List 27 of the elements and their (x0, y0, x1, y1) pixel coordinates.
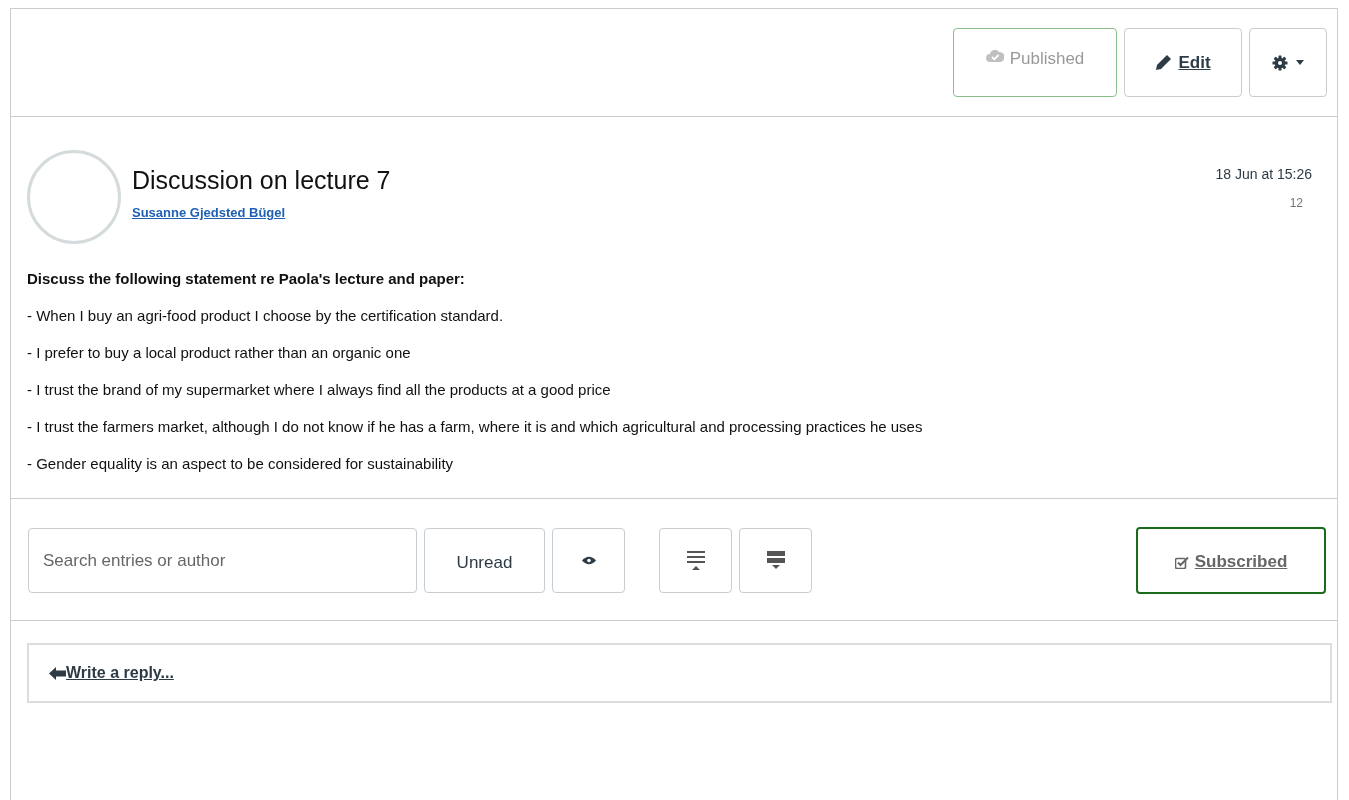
search-field[interactable]: Search entries or author (28, 528, 417, 593)
post-paragraph: - When I buy an agri-food product I choose by the certification standard. (27, 307, 505, 324)
post-paragraph: - I trust the farmers market, although I do not know if he has a farm, where it is and which agricultural and processing practices he uses (27, 418, 924, 435)
pencil-icon (1155, 54, 1173, 71)
arrow-left-icon (49, 666, 66, 680)
cloud-check-icon (985, 49, 1004, 63)
reply-count: 12 (1289, 196, 1303, 210)
checkbox-icon (1174, 555, 1189, 569)
post-heading: Discuss the following statement re Paola's lecture and paper: (27, 270, 466, 287)
edit-button[interactable]: Edit (1124, 28, 1242, 97)
unread-button[interactable]: Unread (424, 528, 545, 593)
reply-link[interactable]: Write a reply... (49, 664, 174, 682)
post-date: 18 Jun at 15:26 (1215, 166, 1312, 182)
post-paragraph: - I prefer to buy a local product rather than an organic one (27, 344, 412, 361)
expand-button[interactable] (739, 528, 812, 593)
expand-icon (766, 550, 785, 571)
post-paragraph: - I trust the brand of my supermarket where I always find all the products at a good price (27, 381, 612, 398)
post-title: Discussion on lecture 7 (132, 166, 392, 195)
settings-icon (1272, 54, 1288, 71)
collapse-icon (686, 550, 705, 571)
collapse-button[interactable] (659, 528, 732, 593)
caret-icon (1296, 60, 1304, 65)
subscribe-button[interactable]: Subscribed (1136, 527, 1326, 594)
eye-icon (581, 556, 596, 565)
author-link[interactable]: Susanne Gjedsted Bügel (132, 205, 286, 220)
post-paragraph: - Gender equality is an aspect to be considered for sustainability (27, 455, 455, 472)
settings-button[interactable] (1249, 28, 1327, 97)
